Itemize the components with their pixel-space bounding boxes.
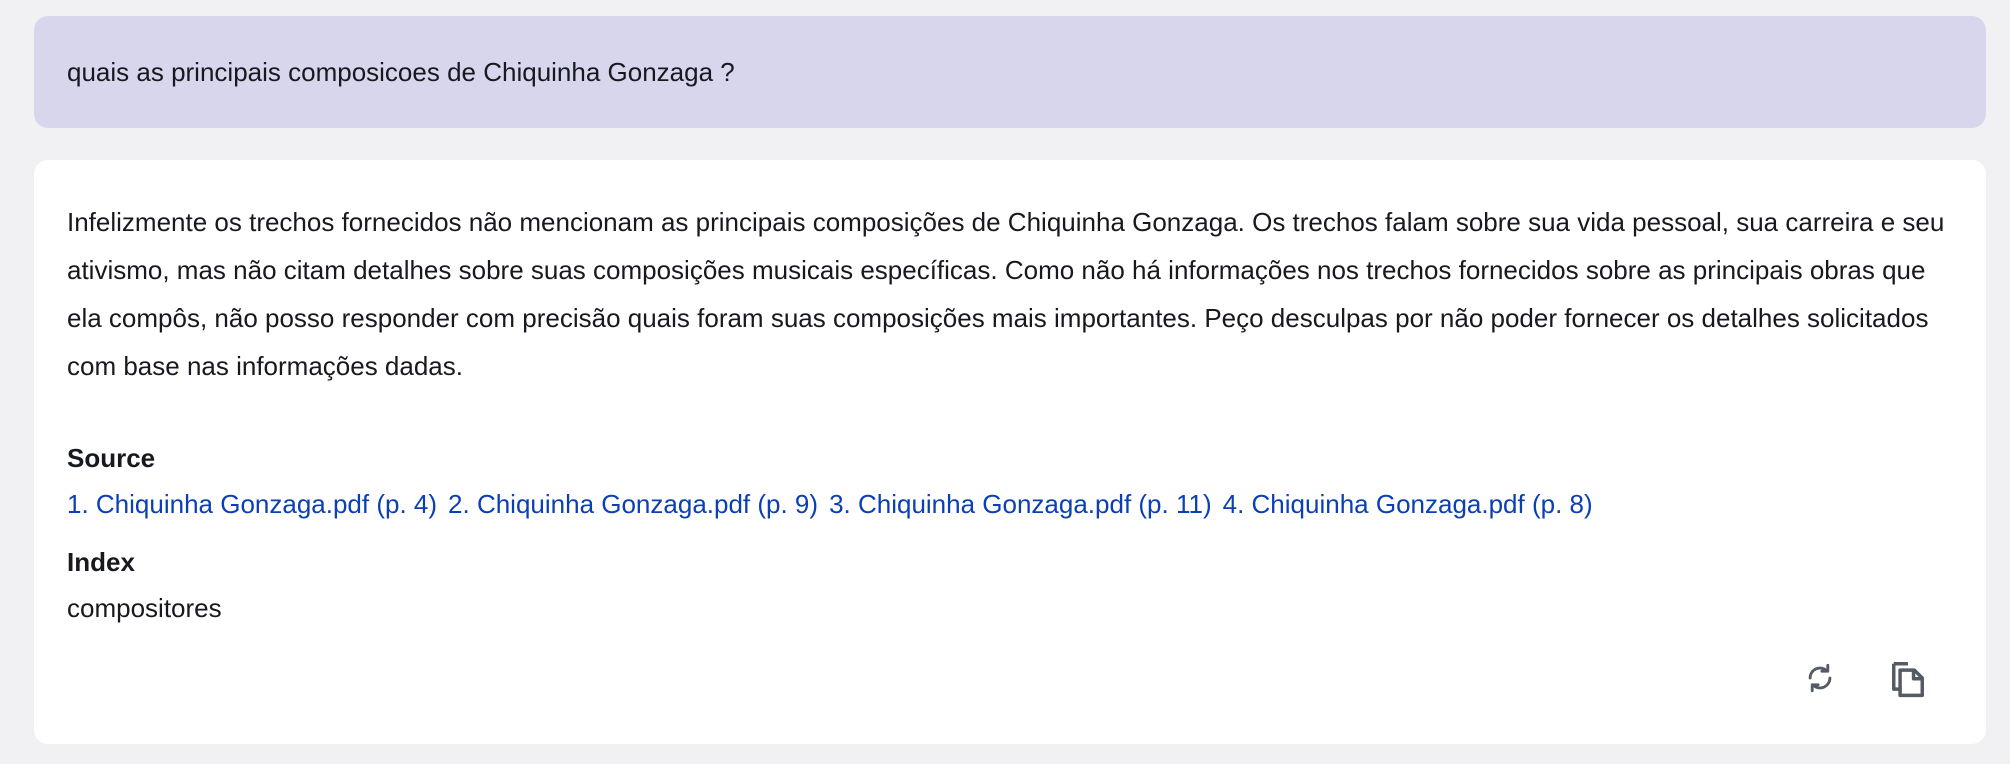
index-value: compositores xyxy=(67,593,222,623)
user-prompt-bubble: quais as principais composicoes de Chiqu… xyxy=(34,16,1986,128)
copy-icon xyxy=(1889,657,1927,699)
source-link-4[interactable]: 4. Chiquinha Gonzaga.pdf (p. 8) xyxy=(1223,486,1593,522)
chat-page: quais as principais composicoes de Chiqu… xyxy=(0,0,2010,764)
regenerate-button[interactable] xyxy=(1796,654,1844,702)
source-links: 1. Chiquinha Gonzaga.pdf (p. 4) 2. Chiqu… xyxy=(67,486,1953,522)
source-link-1[interactable]: 1. Chiquinha Gonzaga.pdf (p. 4) xyxy=(67,486,437,522)
assistant-answer-card: Infelizmente os trechos fornecidos não m… xyxy=(34,160,1986,744)
copy-button[interactable] xyxy=(1884,654,1932,702)
assistant-answer-text: Infelizmente os trechos fornecidos não m… xyxy=(67,207,1945,381)
source-heading: Source xyxy=(67,443,156,473)
refresh-icon xyxy=(1803,661,1837,695)
source-link-2[interactable]: 2. Chiquinha Gonzaga.pdf (p. 9) xyxy=(448,486,818,522)
index-heading: Index xyxy=(67,547,135,577)
user-prompt-text: quais as principais composicoes de Chiqu… xyxy=(67,57,735,87)
answer-actions xyxy=(1796,654,1932,702)
source-link-3[interactable]: 3. Chiquinha Gonzaga.pdf (p. 11) xyxy=(829,486,1212,522)
